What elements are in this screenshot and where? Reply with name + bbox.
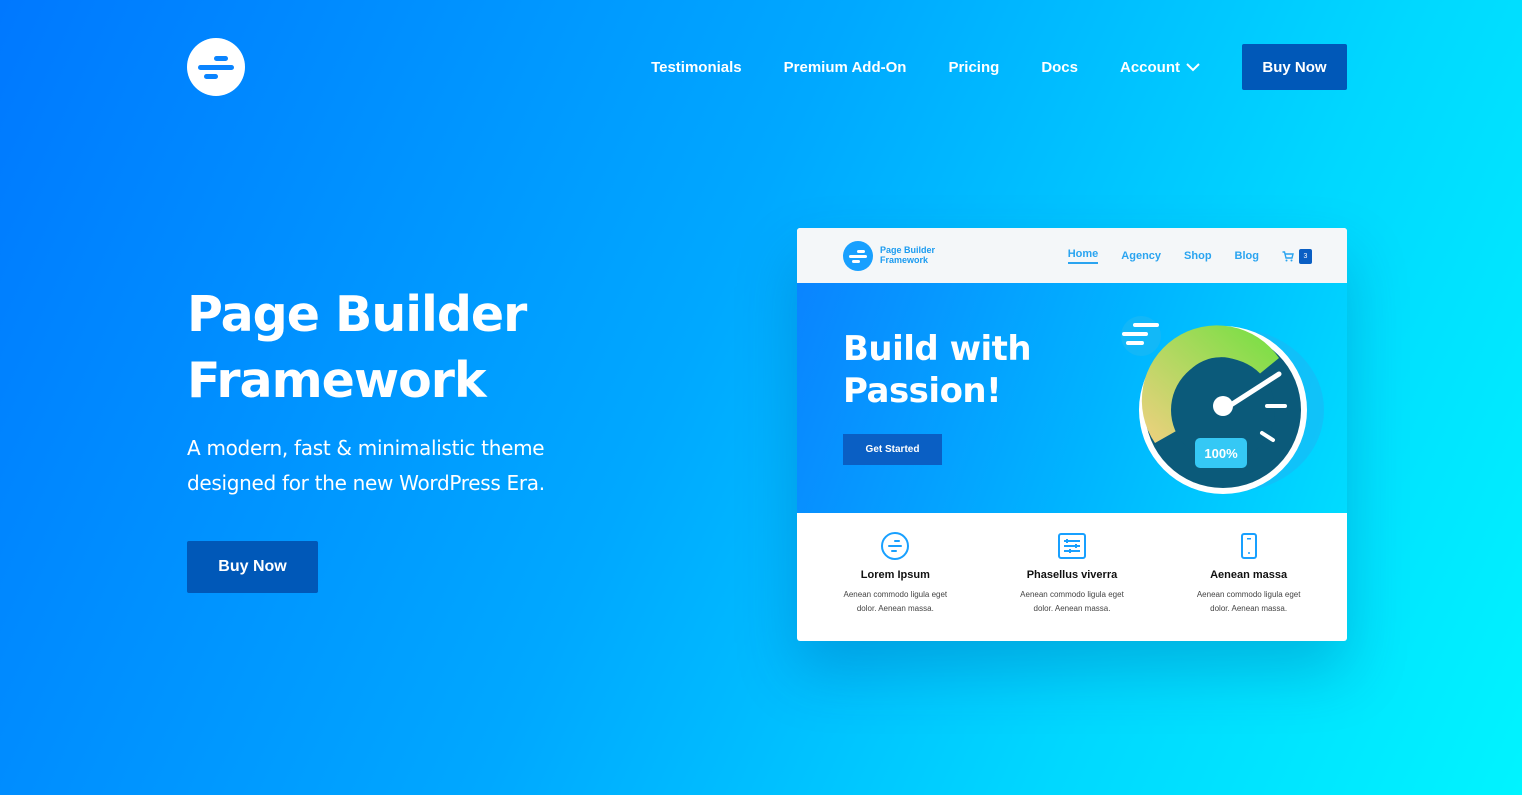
nav-premium-add-on[interactable]: Premium Add-On bbox=[784, 59, 907, 76]
nav-testimonials[interactable]: Testimonials bbox=[651, 59, 742, 76]
mockup-title-line: Passion! bbox=[843, 371, 1002, 411]
feature-title: Aenean massa bbox=[1210, 569, 1288, 581]
nav-pricing[interactable]: Pricing bbox=[948, 59, 999, 76]
nav-account-label: Account bbox=[1120, 58, 1180, 76]
main-nav: Testimonials Premium Add-On Pricing Docs… bbox=[651, 44, 1347, 90]
mockup-brand-line: Framework bbox=[880, 255, 929, 265]
feature-title: Lorem Ipsum bbox=[860, 569, 930, 581]
mockup-nav-blog: Blog bbox=[1234, 250, 1259, 262]
logo-bar bbox=[214, 56, 228, 61]
mockup-cart: 3 bbox=[1282, 248, 1312, 264]
mockup-nav-agency: Agency bbox=[1121, 250, 1162, 262]
mockup-features: Lorem Ipsum Aenean commodo ligula eget do… bbox=[797, 513, 1347, 616]
hero-title-line: Page Builder bbox=[187, 286, 527, 343]
mockup-hero-title: Build with Passion! bbox=[843, 328, 1032, 412]
mockup-brand: Page Builder Framework bbox=[880, 245, 935, 265]
mockup-brand-line: Page Builder bbox=[880, 245, 936, 255]
feature-item: Phasellus viverra Aenean commodo ligula … bbox=[987, 531, 1157, 616]
logo-circle-icon bbox=[810, 531, 980, 561]
speedometer-icon: 100% bbox=[1121, 316, 1324, 494]
cart-count-badge: 3 bbox=[1299, 248, 1312, 264]
mockup-get-started-button: Get Started bbox=[843, 434, 942, 465]
hero-subtitle: A modern, fast & minimalistic theme desi… bbox=[187, 431, 627, 501]
feature-description: Aenean commodo ligula eget dolor. Aenean … bbox=[843, 590, 948, 613]
feature-description: Aenean commodo ligula eget dolor. Aenean … bbox=[1020, 590, 1124, 613]
hero-buy-now-button[interactable]: Buy Now bbox=[187, 541, 318, 593]
mockup-logo-icon bbox=[843, 241, 873, 271]
cart-icon bbox=[1282, 250, 1294, 261]
site-logo[interactable] bbox=[187, 38, 245, 96]
gauge-label: 100% bbox=[1204, 446, 1238, 461]
mockup-header: Page Builder Framework Home Agency Shop … bbox=[797, 228, 1347, 283]
mockup-nav-shop: Shop bbox=[1184, 250, 1212, 262]
mockup-nav: Home Agency Shop Blog 3 bbox=[1045, 248, 1312, 264]
nav-docs[interactable]: Docs bbox=[1041, 59, 1078, 76]
hero-subtitle-line: A modern, fast & minimalistic theme bbox=[187, 436, 545, 460]
feature-item: Lorem Ipsum Aenean commodo ligula eget do… bbox=[810, 531, 980, 616]
mockup-title-line: Build with bbox=[843, 329, 1032, 369]
logo-bar bbox=[198, 65, 234, 70]
feature-title: Phasellus viverra bbox=[1026, 569, 1118, 581]
nav-buy-now-button[interactable]: Buy Now bbox=[1242, 44, 1347, 90]
nav-account[interactable]: Account bbox=[1120, 59, 1200, 76]
mobile-icon bbox=[1164, 531, 1334, 561]
feature-item: Aenean massa Aenean commodo ligula eget d… bbox=[1164, 531, 1334, 616]
logo-bar bbox=[204, 74, 218, 79]
mockup-hero: Build with Passion! Get Started 100% bbox=[797, 283, 1347, 513]
feature-description: Aenean commodo ligula eget dolor. Aenean … bbox=[1196, 590, 1301, 613]
hero-title: Page Builder Framework bbox=[187, 282, 667, 414]
mockup-nav-home: Home bbox=[1067, 248, 1099, 264]
hero-subtitle-line: designed for the new WordPress Era. bbox=[187, 471, 545, 495]
sliders-icon bbox=[987, 531, 1157, 561]
theme-preview-mockup: Page Builder Framework Home Agency Shop … bbox=[797, 228, 1347, 641]
hero-title-line: Framework bbox=[187, 352, 487, 409]
chevron-down-icon bbox=[1186, 59, 1200, 76]
